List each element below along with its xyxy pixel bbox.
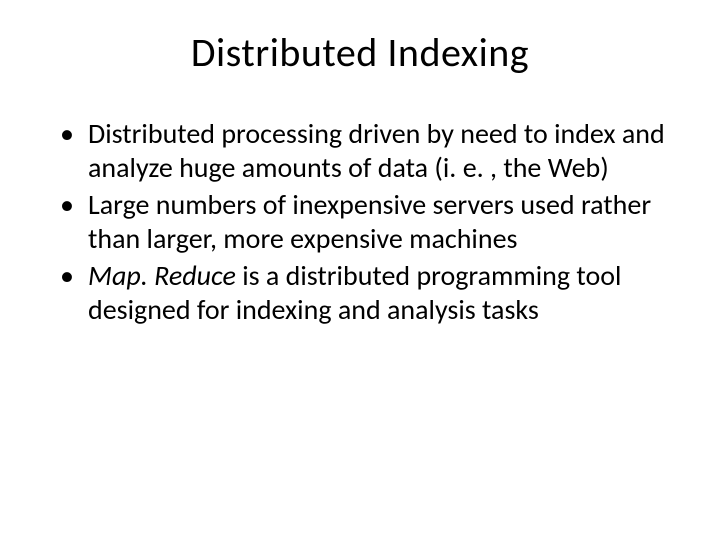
slide-body: Distributed processing driven by need to… <box>40 117 680 327</box>
bullet-item: Large numbers of inexpensive servers use… <box>60 188 670 255</box>
bullet-italic-lead: Map. Reduce <box>88 258 236 293</box>
bullet-item: Distributed processing driven by need to… <box>60 117 670 184</box>
bullet-text: Large numbers of inexpensive servers use… <box>88 187 651 256</box>
bullet-text: Distributed processing driven by need to… <box>88 116 665 185</box>
bullet-item: Map. Reduce is a distributed programming… <box>60 259 670 326</box>
bullet-list: Distributed processing driven by need to… <box>40 117 680 327</box>
slide: Distributed Indexing Distributed process… <box>0 0 720 540</box>
slide-title: Distributed Indexing <box>40 28 680 77</box>
